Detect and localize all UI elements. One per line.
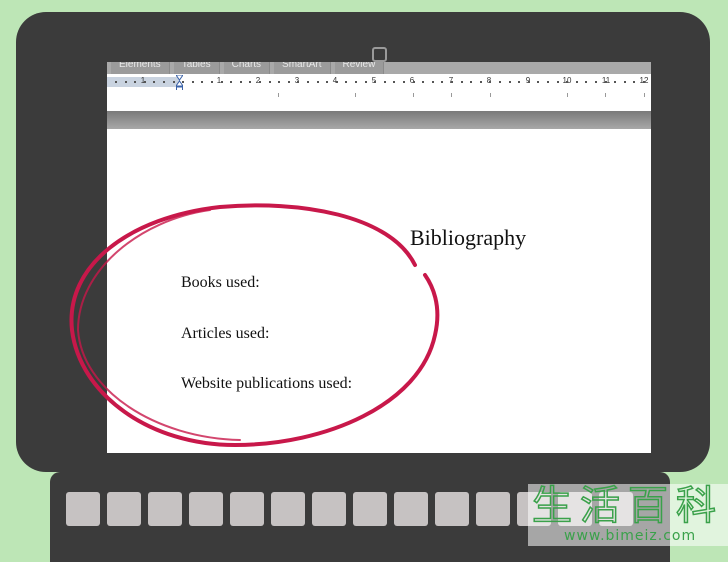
ruler-tick	[134, 81, 136, 83]
camera-icon	[372, 47, 387, 62]
ruler-tick	[288, 81, 290, 83]
ruler-tick	[269, 81, 271, 83]
ruler-tick	[249, 81, 251, 83]
ruler-tick	[336, 81, 338, 83]
ruler-tick	[374, 81, 376, 83]
ruler-tick	[624, 81, 626, 83]
keyboard-key[interactable]	[271, 492, 305, 526]
ruler-tick	[297, 81, 299, 83]
ruler-tick	[537, 81, 539, 83]
ruler-tick	[499, 81, 501, 83]
watermark-url: www.bimeiz.com	[564, 528, 697, 544]
ruler-tick	[451, 81, 453, 83]
keyboard-key[interactable]	[435, 492, 469, 526]
keyboard-key[interactable]	[312, 492, 346, 526]
keyboard-key[interactable]	[394, 492, 428, 526]
ruler-tick	[230, 81, 232, 83]
keyboard-key[interactable]	[148, 492, 182, 526]
ruler-tick	[355, 81, 357, 83]
ribbon-tabs: Elements Tables Charts SmartArt Review	[107, 62, 651, 74]
tab-elements[interactable]: Elements	[111, 62, 170, 74]
ruler-tick	[585, 81, 587, 83]
ruler-tick	[125, 81, 127, 83]
ruler-tick	[144, 81, 146, 83]
ruler-tick	[307, 81, 309, 83]
ruler-tick	[509, 81, 511, 83]
ruler-tick	[595, 81, 597, 83]
keyboard-key[interactable]	[476, 492, 510, 526]
keyboard-key[interactable]	[107, 492, 141, 526]
ruler-tick	[192, 81, 194, 83]
ruler-tick	[393, 81, 395, 83]
tab-charts[interactable]: Charts	[223, 62, 271, 74]
ruler-tick	[614, 81, 616, 83]
ruler-tick	[384, 81, 386, 83]
watermark: 生 活 百 科 www.bimeiz.com	[528, 483, 728, 546]
tab-tables[interactable]: Tables	[173, 62, 220, 74]
ruler-tick	[365, 81, 367, 83]
ruler-tick	[163, 81, 165, 83]
ruler-tick	[201, 81, 203, 83]
ruler-tick	[518, 81, 520, 83]
ruler-tick	[422, 81, 424, 83]
ruler-tick	[259, 81, 261, 83]
keyboard-key[interactable]	[189, 492, 223, 526]
ruler-tick	[566, 81, 568, 83]
keyboard-key[interactable]	[230, 492, 264, 526]
ruler-tick	[576, 81, 578, 83]
watermark-logo: 生 活 百 科	[531, 483, 717, 529]
ruler-tick	[345, 81, 347, 83]
ruler-tick	[480, 81, 482, 83]
keyboard-key[interactable]	[66, 492, 100, 526]
ruler-tick	[115, 81, 117, 83]
horizontal-ruler[interactable]: 1 1 2 3 4 5 6 7 8 9 10 11 12	[107, 74, 651, 92]
highlight-circle-annotation	[69, 203, 440, 448]
tab-review[interactable]: Review	[334, 62, 385, 74]
ruler-tick	[441, 81, 443, 83]
ruler-tick	[605, 81, 607, 83]
tab-smartart[interactable]: SmartArt	[274, 62, 331, 74]
ruler-tick	[240, 81, 242, 83]
ruler-tick	[643, 81, 645, 83]
ruler-tick	[173, 81, 175, 83]
ruler-tick	[278, 81, 280, 83]
keyboard-key[interactable]	[353, 492, 387, 526]
ruler-tick	[211, 81, 213, 83]
ruler-tick	[413, 81, 415, 83]
ruler-tick	[221, 81, 223, 83]
ruler-tick	[432, 81, 434, 83]
ruler-tick	[470, 81, 472, 83]
ruler-tick	[326, 81, 328, 83]
ruler-tick	[153, 81, 155, 83]
ruler-tick	[461, 81, 463, 83]
ruler-tick	[547, 81, 549, 83]
ruler-tick	[557, 81, 559, 83]
ruler-tick	[528, 81, 530, 83]
ruler-tick	[317, 81, 319, 83]
ruler-tick	[489, 81, 491, 83]
page-divider	[107, 111, 651, 129]
ruler-tick	[633, 81, 635, 83]
ruler-tick	[403, 81, 405, 83]
